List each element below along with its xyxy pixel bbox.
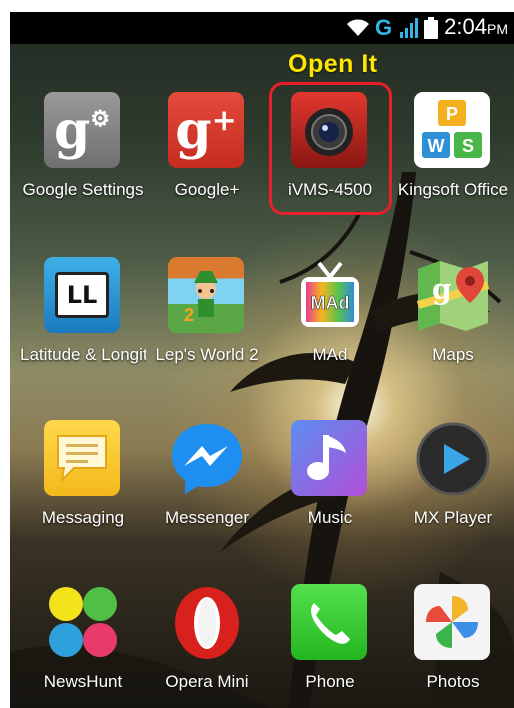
phone-icon (291, 584, 369, 662)
app-messenger[interactable]: Messenger (144, 420, 270, 528)
open-it-annotation: Open It (288, 50, 378, 78)
clock: 2:04PM (444, 14, 508, 39)
app-latitude-longitude[interactable]: LL Latitude & Longitu (20, 257, 146, 365)
app-messaging[interactable]: Messaging (20, 420, 146, 528)
app-ivms-4500[interactable]: iVMS-4500 (267, 92, 393, 200)
ivms-camera-icon (291, 92, 369, 170)
latitude-icon: LL (44, 257, 122, 335)
svg-text:P: P (446, 104, 458, 124)
signal-strength-icon (400, 18, 419, 38)
newshunt-icon (44, 584, 122, 662)
app-music[interactable]: Music (267, 420, 393, 528)
app-google-plus[interactable]: g + Google+ (144, 92, 270, 200)
app-google-settings[interactable]: g ⚙ Google Settings (20, 92, 146, 200)
google-plus-icon: g + (168, 92, 246, 170)
opera-mini-icon (168, 584, 246, 662)
messaging-icon (44, 420, 122, 498)
photos-icon (414, 584, 492, 662)
maps-icon: g (414, 257, 492, 335)
app-leps-world-2[interactable]: 2 Lep's World 2 (144, 257, 270, 365)
mx-player-icon (414, 420, 492, 498)
svg-text:2: 2 (184, 305, 194, 325)
home-screen: G 2:04PM Open It g ⚙ Google Settings g + G… (10, 12, 514, 708)
svg-text:S: S (462, 136, 474, 156)
messenger-icon (168, 420, 246, 498)
app-mad[interactable]: MAd MAd (267, 257, 393, 365)
mad-tv-icon: MAd (291, 257, 369, 335)
music-icon (291, 420, 369, 498)
svg-text:g: g (432, 273, 452, 306)
network-type-label: G (375, 15, 393, 40)
app-mx-player[interactable]: MX Player (390, 420, 514, 528)
leps-world-icon: 2 (168, 257, 246, 335)
google-settings-icon: g ⚙ (44, 92, 122, 170)
app-photos[interactable]: Photos (390, 584, 514, 692)
app-maps[interactable]: g Maps (390, 257, 514, 365)
kingsoft-office-icon: P W S (414, 92, 492, 170)
app-opera-mini[interactable]: Opera Mini (144, 584, 270, 692)
battery-icon (424, 17, 439, 39)
svg-text:MAd: MAd (311, 293, 350, 313)
wifi-icon (347, 19, 370, 36)
status-bar: G 2:04PM (10, 12, 514, 44)
app-newshunt[interactable]: NewsHunt (20, 584, 146, 692)
app-kingsoft-office[interactable]: P W S Kingsoft Office (390, 92, 514, 200)
svg-text:W: W (428, 136, 445, 156)
app-phone[interactable]: Phone (267, 584, 393, 692)
